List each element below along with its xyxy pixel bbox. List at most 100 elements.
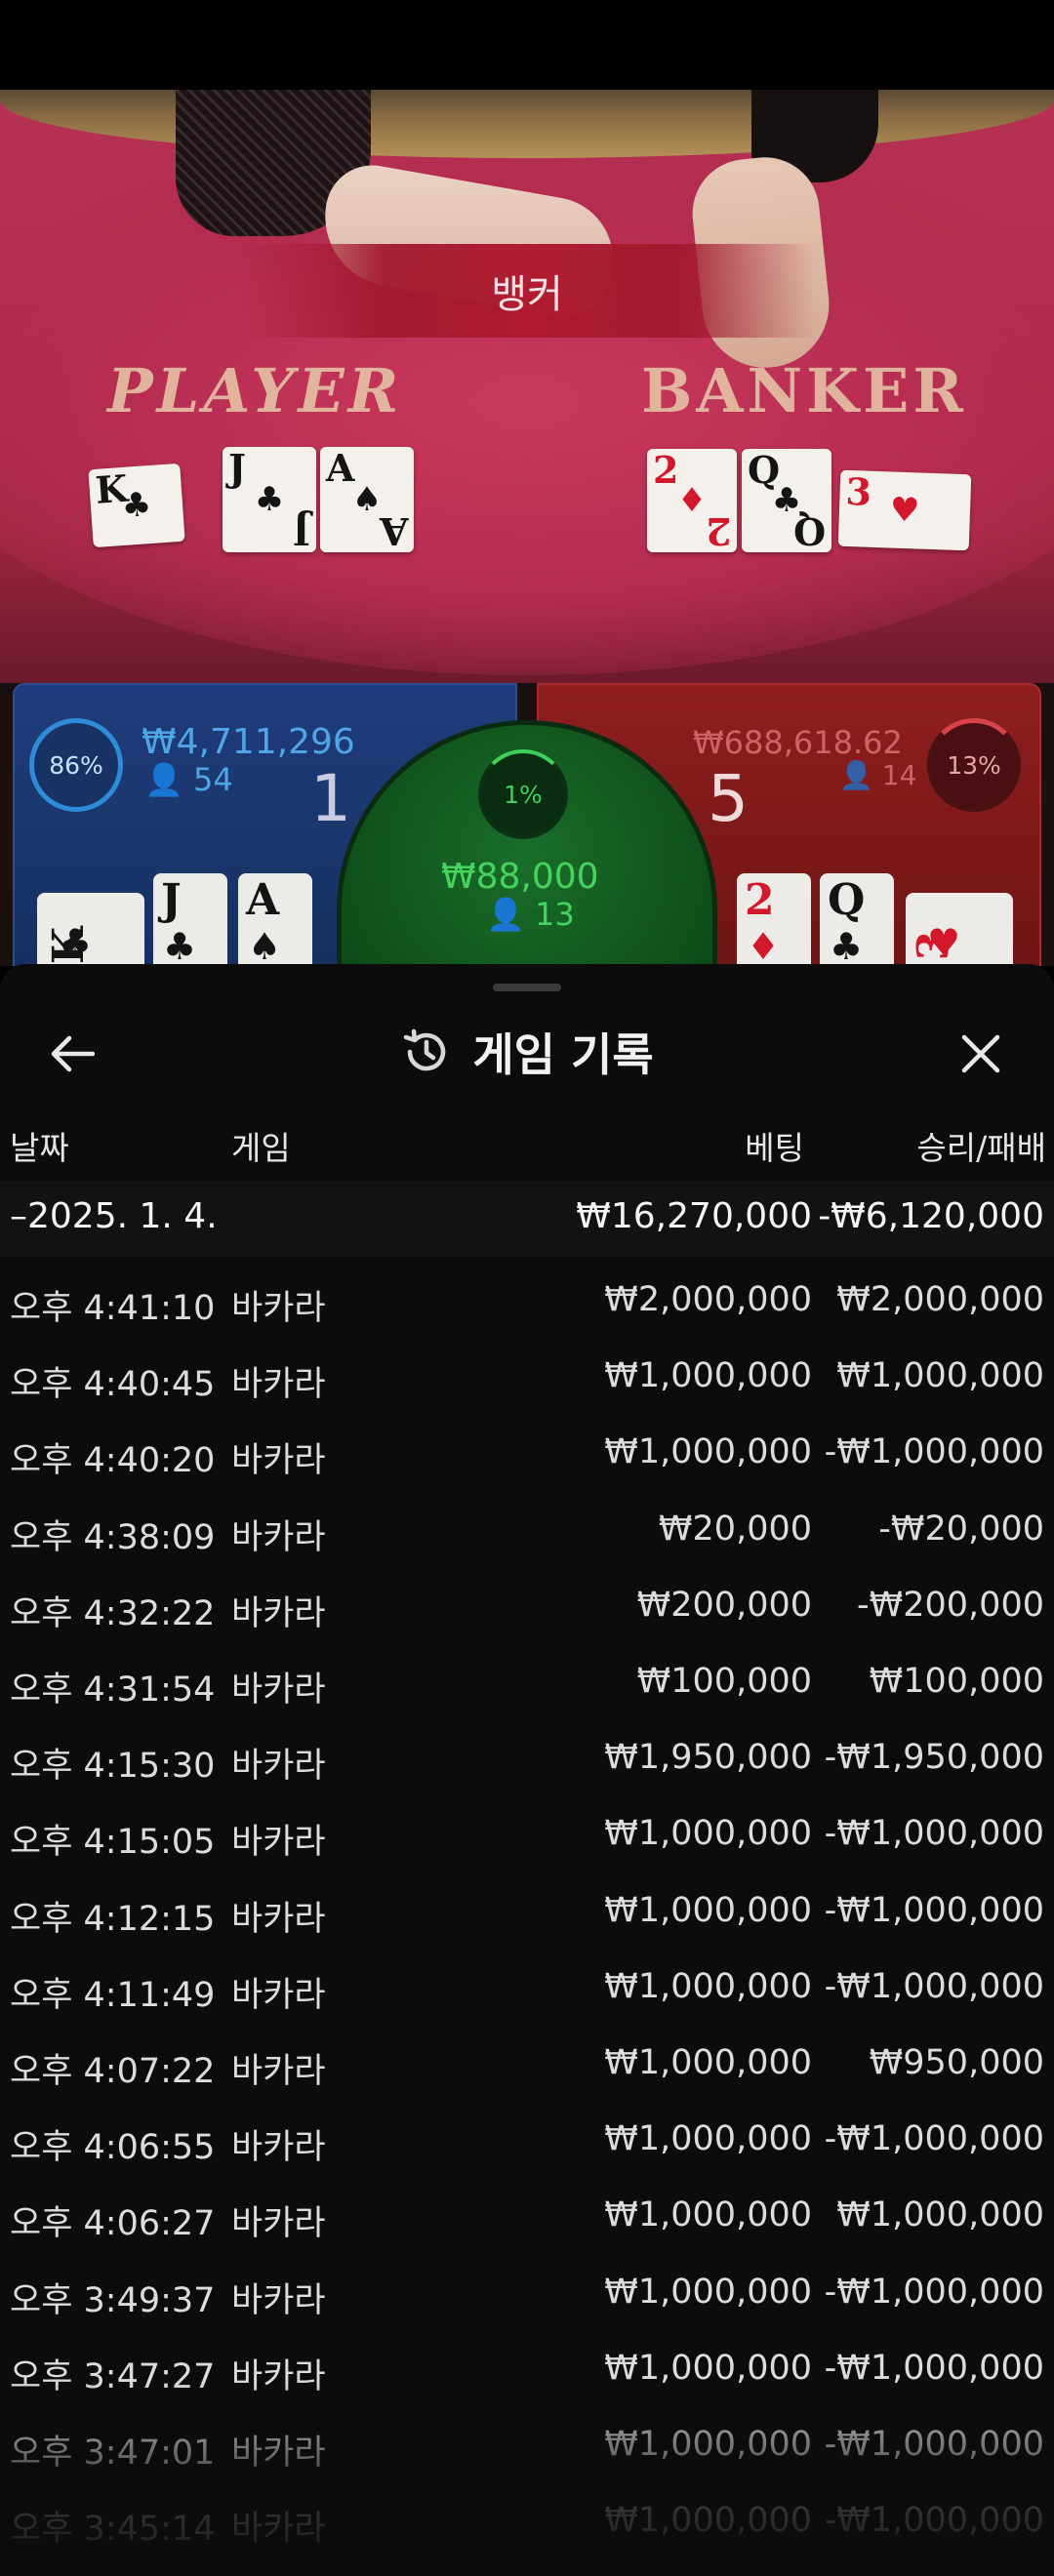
date-summary-row[interactable]: –2025. 1. 4. ₩16,270,000 -₩6,120,000 <box>0 1181 1054 1257</box>
card-suit: ♣ <box>254 480 285 519</box>
column-header-game[interactable]: 게임 <box>231 1122 291 1169</box>
back-button[interactable] <box>43 1025 101 1083</box>
player-card-1: K ♣ <box>88 463 185 548</box>
player-mini-card-2: J ♣ <box>153 873 227 966</box>
history-row[interactable]: 오후 3:45:14 바카라 ₩1,000,000 -₩1,000,000 <box>0 2485 1054 2561</box>
row-game: 바카라 <box>231 1365 326 1405</box>
player-mini-card-3: A ♠ <box>238 873 312 966</box>
row-game: 바카라 <box>231 2204 326 2244</box>
history-row[interactable]: 오후 4:06:55 바카라 ₩1,000,000 -₩1,000,000 <box>0 2104 1054 2180</box>
history-row[interactable]: 오후 4:32:22 바카라 ₩200,000 -₩200,000 <box>0 1570 1054 1646</box>
banker-mini-card-1: 2 ♦ <box>737 873 811 966</box>
card-rank: Q <box>792 509 826 553</box>
history-row[interactable]: 오후 4:06:27 바카라 ₩1,000,000 ₩1,000,000 <box>0 2180 1054 2256</box>
player-bet-amount: ₩4,711,296 <box>142 722 355 762</box>
row-time: 오후 4:15:05 <box>10 1823 216 1863</box>
summary-bet: ₩16,270,000 <box>576 1196 812 1236</box>
row-bet: ₩1,000,000 <box>604 1432 812 1472</box>
row-time: 오후 4:07:22 <box>10 2052 216 2091</box>
column-header-result[interactable]: 승리/패배 <box>916 1122 1046 1169</box>
row-time: 오후 4:06:27 <box>10 2204 216 2244</box>
banker-count-value: 14 <box>881 759 917 791</box>
card-rank: Q <box>828 875 866 925</box>
row-result: ₩100,000 <box>869 1662 1044 1701</box>
row-game: 바카라 <box>231 2434 326 2473</box>
row-result: -₩1,000,000 <box>824 2425 1044 2464</box>
row-game: 바카라 <box>231 1670 326 1710</box>
player-mini-card-1: K ♣ <box>37 893 144 966</box>
card-suit: ♦ <box>747 924 781 966</box>
sheet-title: 게임 기록 <box>472 1028 654 1081</box>
card-suit: ♣ <box>120 484 153 527</box>
history-row[interactable]: 오후 3:47:01 바카라 ₩1,000,000 -₩1,000,000 <box>0 2409 1054 2485</box>
row-bet: ₩1,000,000 <box>604 2043 812 2082</box>
row-game: 바카라 <box>231 1747 326 1787</box>
banker-mini-card-2: Q ♣ <box>820 873 894 966</box>
game-history-sheet: 게임 기록 날짜 게임 베팅 승리/패배 –2025. 1. 4. ₩16,27… <box>0 964 1054 2576</box>
summary-date: –2025. 1. 4. <box>10 1196 218 1236</box>
person-icon: 👤 <box>486 896 525 933</box>
row-result: ₩2,000,000 <box>836 1280 1044 1319</box>
history-row[interactable]: 오후 4:11:49 바카라 ₩1,000,000 -₩1,000,000 <box>0 1952 1054 2028</box>
result-banner-text: 뱅커 <box>491 272 563 317</box>
row-bet: ₩1,000,000 <box>604 2501 812 2541</box>
banker-mini-card-3: 3 ♥ <box>906 893 1013 966</box>
banker-card-2: Q ♣ Q <box>742 449 831 553</box>
row-time: 오후 3:47:01 <box>10 2434 216 2473</box>
live-video: 뱅커 PLAYER BANKER K ♣ J ♣ J A ♠ A 2 ♦ 2 Q… <box>0 90 1054 685</box>
tie-percent: 1% <box>504 780 543 809</box>
card-suit: ♥ <box>927 920 961 964</box>
tie-percent-ring: 1% <box>478 749 568 839</box>
close-button[interactable] <box>952 1025 1010 1083</box>
player-bettor-count: 👤 54 <box>144 761 233 798</box>
history-row[interactable]: 오후 3:47:27 바카라 ₩1,000,000 -₩1,000,000 <box>0 2333 1054 2409</box>
history-icon <box>404 1028 446 1071</box>
row-game: 바카라 <box>231 2052 326 2091</box>
row-bet: ₩1,000,000 <box>604 2119 812 2159</box>
card-suit: ♦ <box>676 481 708 520</box>
card-suit: ♣ <box>163 924 197 966</box>
history-row[interactable]: 오후 4:15:05 바카라 ₩1,000,000 -₩1,000,000 <box>0 1798 1054 1874</box>
row-game: 바카라 <box>231 2356 326 2396</box>
row-result: -₩1,000,000 <box>824 2501 1044 2541</box>
row-result: ₩1,000,000 <box>836 1356 1044 1396</box>
history-row[interactable]: 오후 4:40:45 바카라 ₩1,000,000 ₩1,000,000 <box>0 1341 1054 1417</box>
row-bet: ₩200,000 <box>636 1585 812 1625</box>
history-row[interactable]: 오후 4:40:20 바카라 ₩1,000,000 -₩1,000,000 <box>0 1417 1054 1493</box>
row-result: -₩1,000,000 <box>824 1890 1044 1930</box>
row-time: 오후 4:38:09 <box>10 1517 216 1557</box>
player-felt-label: PLAYER <box>107 355 403 426</box>
column-header-date[interactable]: 날짜 <box>10 1122 69 1169</box>
history-row[interactable]: 오후 4:38:09 바카라 ₩20,000 -₩20,000 <box>0 1494 1054 1570</box>
history-row[interactable]: 오후 4:07:22 바카라 ₩1,000,000 ₩950,000 <box>0 2028 1054 2104</box>
row-time: 오후 3:47:27 <box>10 2356 216 2396</box>
row-result: -₩1,000,000 <box>824 1432 1044 1472</box>
close-icon <box>961 1034 1000 1073</box>
card-rank: J <box>228 446 246 490</box>
card-rank: 2 <box>705 509 731 553</box>
row-time: 오후 4:12:15 <box>10 1899 216 1939</box>
player-count-value: 54 <box>193 761 233 798</box>
history-row[interactable]: 오후 4:41:10 바카라 ₩2,000,000 ₩2,000,000 <box>0 1265 1054 1341</box>
result-banner: 뱅커 <box>239 244 815 338</box>
column-header-bet[interactable]: 베팅 <box>745 1122 804 1169</box>
history-row[interactable]: 오후 4:12:15 바카라 ₩1,000,000 -₩1,000,000 <box>0 1875 1054 1952</box>
card-suit: ♥ <box>889 490 920 531</box>
banker-bettor-count: 👤 14 <box>839 759 916 791</box>
player-percent-ring: 86% <box>29 718 123 812</box>
history-row[interactable]: 오후 4:31:54 바카라 ₩100,000 ₩100,000 <box>0 1646 1054 1722</box>
row-bet: ₩1,000,000 <box>604 1814 812 1854</box>
row-bet: ₩100,000 <box>636 1662 812 1701</box>
history-row[interactable]: 오후 4:15:30 바카라 ₩1,950,000 -₩1,950,000 <box>0 1722 1054 1798</box>
history-row[interactable]: 오후 3:49:37 바카라 ₩1,000,000 -₩1,000,000 <box>0 2257 1054 2333</box>
row-bet: ₩1,000,000 <box>604 1890 812 1930</box>
row-game: 바카라 <box>231 1517 326 1557</box>
row-time: 오후 4:11:49 <box>10 1975 216 2015</box>
player-card-2: J ♣ J <box>223 446 316 553</box>
banker-card-1: 2 ♦ 2 <box>647 448 737 553</box>
row-bet: ₩1,000,000 <box>604 1966 812 2006</box>
card-rank: 2 <box>653 448 679 492</box>
row-result: -₩1,000,000 <box>824 2119 1044 2159</box>
row-bet: ₩1,000,000 <box>604 2425 812 2464</box>
drag-handle[interactable] <box>493 984 561 991</box>
